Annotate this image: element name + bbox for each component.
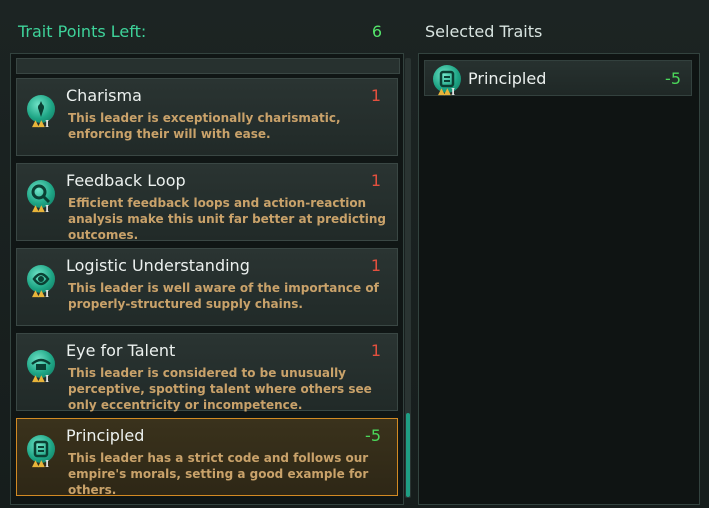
selected-traits-title: Selected Traits (425, 22, 543, 41)
trait-title: Eye for Talent (66, 341, 176, 360)
trait-cost: 1 (370, 86, 381, 105)
selected-traits-list (418, 53, 700, 505)
tier-badge: ▲▲ I (32, 289, 50, 300)
trait-title: Logistic Understanding (66, 256, 250, 275)
trait-title: Feedback Loop (66, 171, 186, 190)
trait-title: Charisma (66, 86, 142, 105)
trait-cost: -5 (365, 426, 381, 445)
trait-points-value: 6 (371, 22, 382, 41)
selected-trait-title: Principled (468, 69, 547, 88)
trait-feedback-loop[interactable]: ▲▲ I Feedback Loop 1 Efficient feedback l… (16, 163, 398, 242)
trait-charisma[interactable]: ▲▲ I Charisma 1 This leader is exceptiona… (16, 78, 398, 156)
selected-trait-principled[interactable]: ▲▲ I Principled -5 (424, 60, 692, 98)
tier-badge: ▲▲ I (32, 204, 50, 215)
trait-selection-panel: Trait Points Left: 6 Selected Traits ▲▲ I… (0, 0, 709, 508)
selected-trait-cost: -5 (665, 69, 681, 88)
trait-points-header: Trait Points Left: 6 (18, 22, 390, 41)
scrollbar-thumb[interactable] (406, 413, 410, 497)
trait-principled[interactable]: ▲▲ I Principled -5 This leader has a stri… (16, 418, 398, 497)
trait-cost: 1 (370, 341, 381, 360)
tier-badge: ▲▲ I (32, 119, 50, 130)
tier-badge: ▲▲ I (32, 374, 50, 385)
trait-description: This leader is considered to be unusuall… (68, 366, 372, 412)
list-item-partial (16, 58, 400, 74)
trait-description: This leader is exceptionally charismatic… (68, 111, 341, 141)
trait-description: Efficient feedback loops and action-reac… (68, 196, 386, 242)
trait-title: Principled (66, 426, 145, 445)
trait-description: This leader has a strict code and follow… (68, 451, 369, 497)
trait-points-label: Trait Points Left: (18, 22, 147, 41)
trait-logistic-understanding[interactable]: ▲▲ I Logistic Understanding 1 This leader… (16, 248, 398, 326)
tier-badge: ▲▲ I (438, 87, 456, 98)
trait-description: This leader is well aware of the importa… (68, 281, 379, 311)
trait-eye-for-talent[interactable]: ▲▲ I Eye for Talent 1 This leader is cons… (16, 333, 398, 412)
tier-badge: ▲▲ I (32, 459, 50, 470)
trait-cost: 1 (370, 256, 381, 275)
trait-cost: 1 (370, 171, 381, 190)
